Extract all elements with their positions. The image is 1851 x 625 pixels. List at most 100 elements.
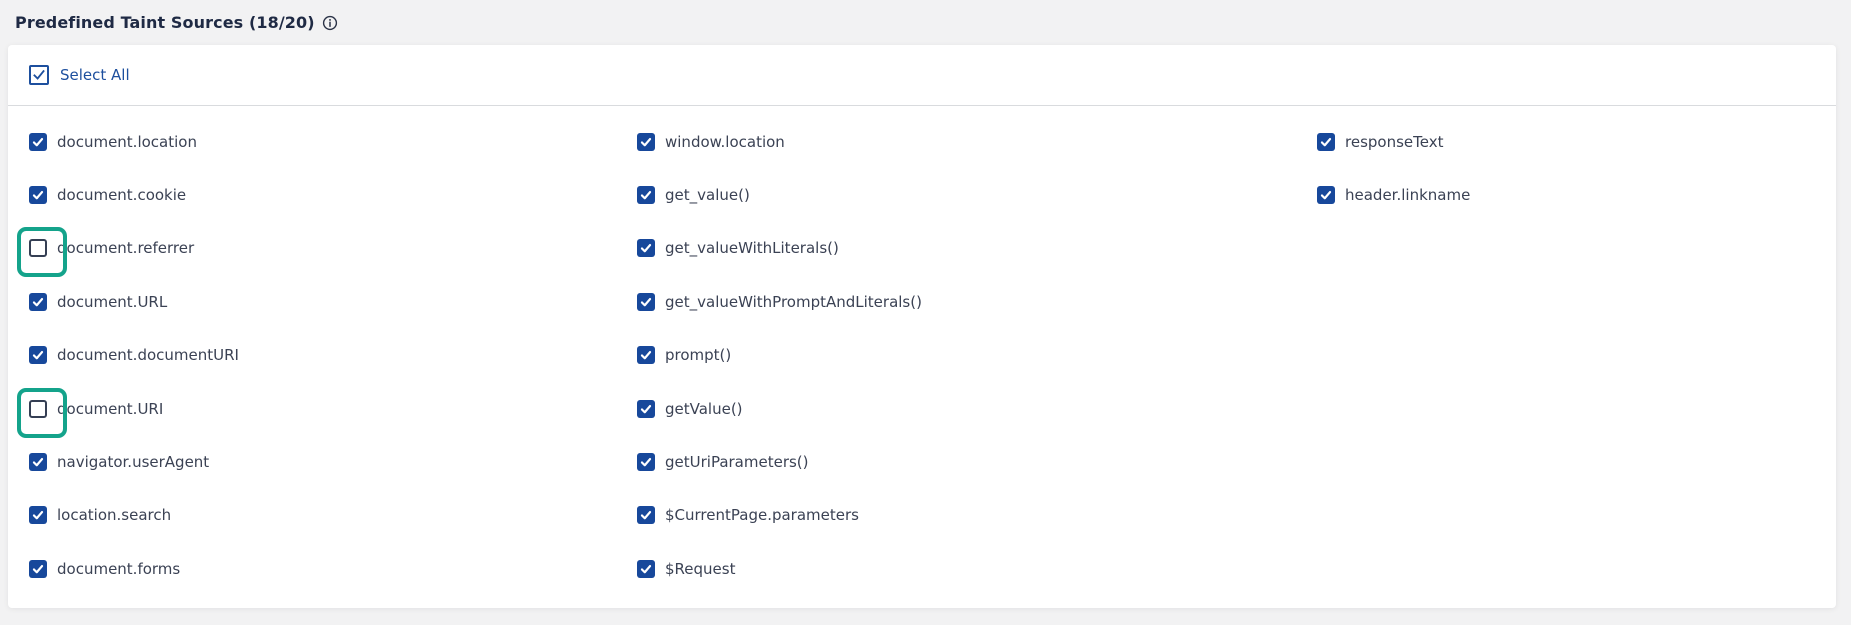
taint-source-checkbox[interactable] [637, 293, 655, 311]
taint-source-label[interactable]: location.search [57, 506, 171, 524]
taint-source-checkbox[interactable] [637, 239, 655, 257]
column-function-sources: window.location get_value() get_valueWit… [637, 115, 1317, 596]
taint-source-row: document.forms [29, 542, 637, 595]
taint-source-checkbox[interactable] [29, 239, 47, 257]
checkbox-highlight-wrap [637, 186, 655, 204]
taint-source-checkbox[interactable] [637, 133, 655, 151]
taint-source-label[interactable]: get_value() [665, 186, 750, 204]
taint-source-row: navigator.userAgent [29, 435, 637, 488]
taint-source-label[interactable]: prompt() [665, 346, 731, 364]
taint-source-row: window.location [637, 115, 1317, 168]
checkmark-icon [31, 188, 45, 202]
taint-source-label[interactable]: $Request [665, 560, 735, 578]
taint-source-label[interactable]: header.linkname [1345, 186, 1470, 204]
taint-source-row: get_value() [637, 168, 1317, 221]
taint-source-checkbox[interactable] [29, 133, 47, 151]
checkbox-columns: document.location document.cookie docume… [8, 106, 1836, 596]
checkbox-highlight-wrap [29, 239, 47, 257]
checkbox-highlight-wrap [29, 186, 47, 204]
taint-source-checkbox[interactable] [29, 400, 47, 418]
taint-source-label[interactable]: get_valueWithLiterals() [665, 239, 839, 257]
page-header: Predefined Taint Sources (18/20) [0, 0, 1851, 36]
checkbox-highlight-wrap [29, 133, 47, 151]
taint-source-row: document.URI [29, 382, 637, 435]
checkmark-icon [639, 135, 653, 149]
taint-source-label[interactable]: document.URI [57, 400, 163, 418]
taint-source-row: responseText [1317, 115, 1836, 168]
taint-source-checkbox[interactable] [29, 506, 47, 524]
checkmark-icon [31, 562, 45, 576]
checkbox-highlight-wrap [1317, 186, 1335, 204]
checkbox-highlight-wrap [637, 453, 655, 471]
checkbox-highlight-wrap [637, 560, 655, 578]
checkmark-icon [639, 241, 653, 255]
checkmark-icon [31, 295, 45, 309]
select-all-row: Select All [8, 45, 1836, 106]
taint-source-checkbox[interactable] [637, 453, 655, 471]
taint-source-label[interactable]: window.location [665, 133, 785, 151]
taint-source-checkbox[interactable] [637, 400, 655, 418]
checkmark-icon [639, 348, 653, 362]
taint-source-label[interactable]: document.URL [57, 293, 167, 311]
taint-source-label[interactable]: responseText [1345, 133, 1443, 151]
info-circle-icon[interactable] [322, 15, 338, 31]
checkbox-highlight-wrap [637, 133, 655, 151]
checkbox-highlight-wrap [637, 506, 655, 524]
checkmark-icon [639, 402, 653, 416]
checkmark-icon [1319, 135, 1333, 149]
taint-source-row: getValue() [637, 382, 1317, 435]
taint-source-label[interactable]: document.documentURI [57, 346, 239, 364]
taint-source-row: header.linkname [1317, 168, 1836, 221]
taint-source-checkbox[interactable] [1317, 133, 1335, 151]
taint-source-label[interactable]: $CurrentPage.parameters [665, 506, 859, 524]
taint-source-label[interactable]: getValue() [665, 400, 743, 418]
checkmark-icon [639, 508, 653, 522]
taint-source-row: getUriParameters() [637, 435, 1317, 488]
select-all-checkbox[interactable] [29, 65, 49, 85]
column-document-sources: document.location document.cookie docume… [29, 115, 637, 596]
taint-source-row: get_valueWithLiterals() [637, 222, 1317, 275]
taint-source-checkbox[interactable] [1317, 186, 1335, 204]
select-all-label[interactable]: Select All [60, 66, 130, 84]
taint-source-checkbox[interactable] [637, 560, 655, 578]
taint-source-checkbox[interactable] [637, 346, 655, 364]
checkbox-highlight-wrap [637, 293, 655, 311]
checkmark-icon [1319, 188, 1333, 202]
taint-source-label[interactable]: document.cookie [57, 186, 186, 204]
taint-source-label[interactable]: getUriParameters() [665, 453, 809, 471]
checkmark-icon [639, 188, 653, 202]
taint-source-label[interactable]: document.referrer [57, 239, 194, 257]
taint-source-label[interactable]: navigator.userAgent [57, 453, 209, 471]
checkmark-icon [31, 348, 45, 362]
checkbox-highlight-wrap [637, 239, 655, 257]
taint-source-checkbox[interactable] [29, 560, 47, 578]
column-response-sources: responseText header.linkname [1317, 115, 1836, 596]
taint-source-checkbox[interactable] [29, 293, 47, 311]
taint-source-checkbox[interactable] [637, 186, 655, 204]
checkmark-icon [639, 562, 653, 576]
checkmark-icon [639, 295, 653, 309]
checkbox-highlight-wrap [29, 560, 47, 578]
checkbox-highlight-wrap [29, 346, 47, 364]
taint-sources-panel: Select All document.location document.co… [8, 45, 1836, 608]
checkmark-icon [31, 455, 45, 469]
taint-source-label[interactable]: document.forms [57, 560, 180, 578]
checkbox-highlight-wrap [29, 400, 47, 418]
taint-source-row: document.documentURI [29, 329, 637, 382]
taint-source-row: document.cookie [29, 168, 637, 221]
checkbox-highlight-wrap [637, 346, 655, 364]
taint-source-label[interactable]: document.location [57, 133, 197, 151]
taint-source-row: document.URL [29, 275, 637, 328]
taint-source-row: $CurrentPage.parameters [637, 489, 1317, 542]
checkmark-icon [639, 455, 653, 469]
checkbox-highlight-wrap [637, 400, 655, 418]
taint-source-row: $Request [637, 542, 1317, 595]
checkbox-highlight-wrap [29, 453, 47, 471]
taint-source-label[interactable]: get_valueWithPromptAndLiterals() [665, 293, 922, 311]
taint-source-checkbox[interactable] [29, 186, 47, 204]
taint-source-checkbox[interactable] [29, 453, 47, 471]
taint-source-checkbox[interactable] [637, 506, 655, 524]
checkmark-icon [31, 508, 45, 522]
taint-source-row: location.search [29, 489, 637, 542]
taint-source-checkbox[interactable] [29, 346, 47, 364]
